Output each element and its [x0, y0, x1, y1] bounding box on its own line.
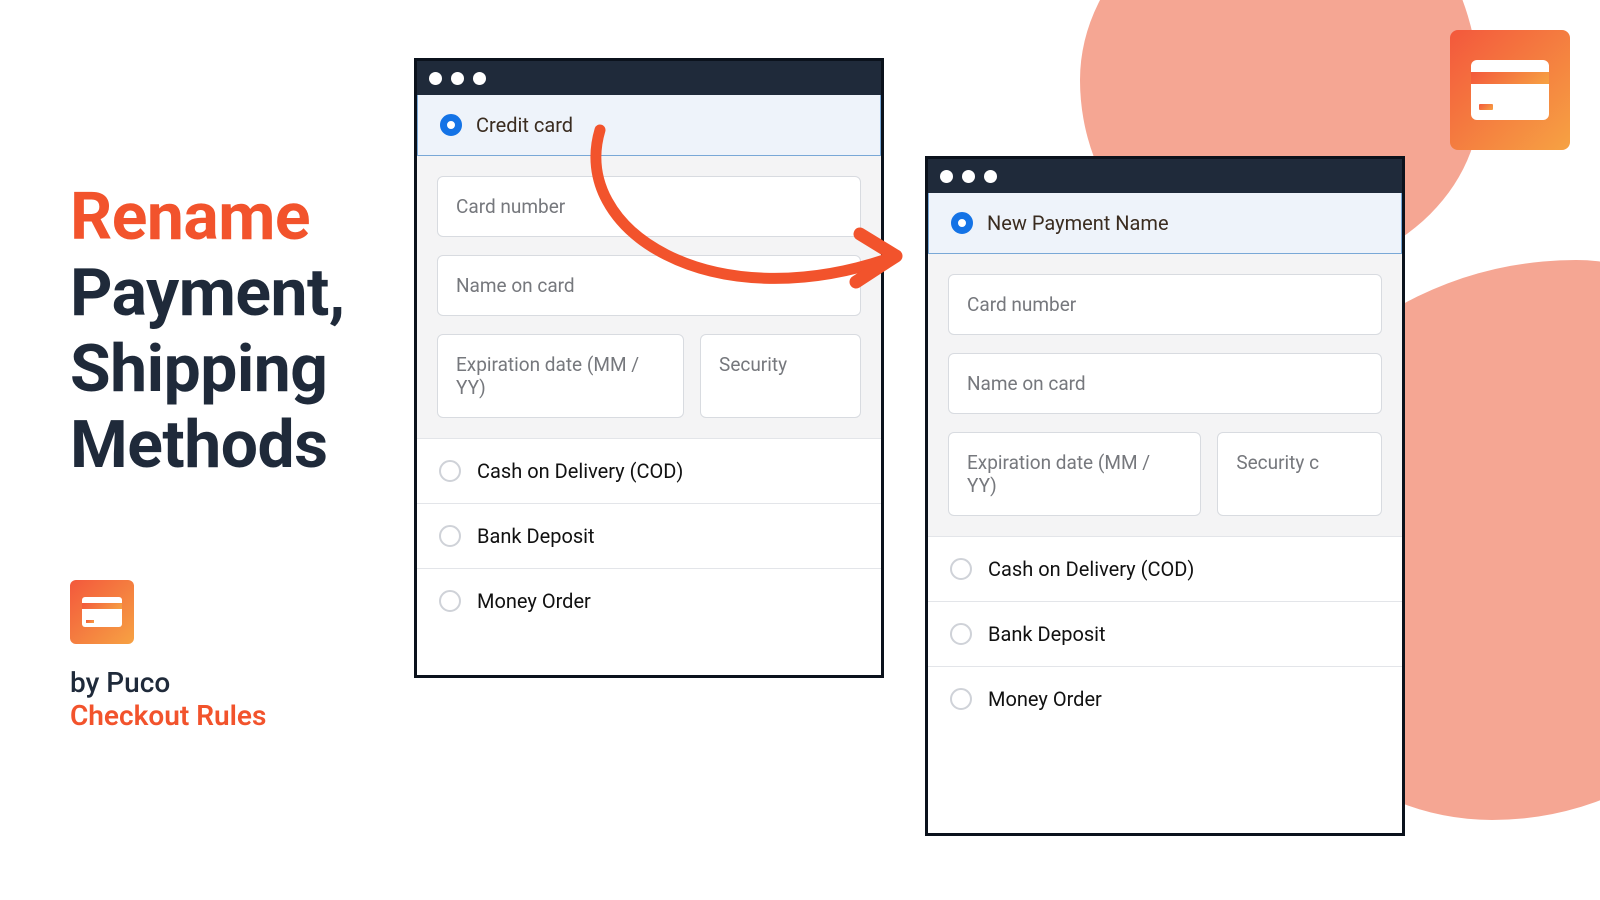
security-field[interactable]: Security c — [1217, 432, 1382, 516]
branding-block: by Puco Checkout Rules — [70, 580, 266, 732]
payment-method-text: New Payment Name — [987, 211, 1169, 235]
headline-line-3: Shipping — [70, 331, 328, 408]
credit-card-icon — [1471, 60, 1549, 120]
radio-unselected-icon — [950, 623, 972, 645]
window-dot — [940, 170, 953, 183]
headline-line-4: Methods — [70, 407, 328, 484]
after-window: New Payment Name Card number Name on car… — [925, 156, 1405, 836]
security-field[interactable]: Security — [700, 334, 861, 418]
selected-payment-method[interactable]: Credit card — [417, 95, 881, 156]
option-label: Cash on Delivery (COD) — [477, 459, 683, 483]
payment-option-money-order[interactable]: Money Order — [928, 666, 1402, 731]
radio-selected-icon — [440, 114, 462, 136]
radio-selected-icon — [951, 212, 973, 234]
app-icon-tile — [1450, 30, 1570, 150]
headline: Rename Payment, Shipping Methods — [70, 180, 345, 484]
card-number-field[interactable]: Card number — [948, 274, 1382, 335]
radio-unselected-icon — [439, 525, 461, 547]
before-window: Credit card Card number Name on card Exp… — [414, 58, 884, 678]
selected-payment-method[interactable]: New Payment Name — [928, 193, 1402, 254]
window-titlebar — [417, 61, 881, 95]
payment-method-label: Credit card — [476, 113, 573, 137]
brand-line-2: Checkout Rules — [70, 699, 266, 732]
option-label: Bank Deposit — [988, 622, 1106, 646]
brand-icon-tile — [70, 580, 134, 644]
headline-line-2: Payment, — [70, 255, 345, 332]
option-label: Money Order — [477, 589, 591, 613]
radio-unselected-icon — [439, 460, 461, 482]
payment-option-bank-deposit[interactable]: Bank Deposit — [417, 503, 881, 568]
headline-accent: Rename — [70, 179, 310, 256]
window-dot — [473, 72, 486, 85]
credit-card-icon — [82, 597, 122, 627]
card-fields-area: Card number Name on card Expiration date… — [417, 156, 881, 438]
payment-method-label: New Payment Name — [987, 211, 1169, 235]
window-dot — [429, 72, 442, 85]
payment-option-bank-deposit[interactable]: Bank Deposit — [928, 601, 1402, 666]
option-label: Bank Deposit — [477, 524, 595, 548]
card-number-field[interactable]: Card number — [437, 176, 861, 237]
window-titlebar — [928, 159, 1402, 193]
name-on-card-field[interactable]: Name on card — [948, 353, 1382, 414]
radio-unselected-icon — [950, 688, 972, 710]
option-label: Money Order — [988, 687, 1102, 711]
window-dot — [451, 72, 464, 85]
card-fields-area: Card number Name on card Expiration date… — [928, 254, 1402, 536]
payment-method-text: Credit card — [476, 113, 573, 137]
option-label: Cash on Delivery (COD) — [988, 557, 1194, 581]
window-dot — [984, 170, 997, 183]
radio-unselected-icon — [950, 558, 972, 580]
expiration-field[interactable]: Expiration date (MM / YY) — [437, 334, 684, 418]
window-dot — [962, 170, 975, 183]
name-on-card-field[interactable]: Name on card — [437, 255, 861, 316]
expiration-field[interactable]: Expiration date (MM / YY) — [948, 432, 1201, 516]
brand-line-1: by Puco — [70, 666, 266, 699]
headline-text: Rename Payment, Shipping Methods — [70, 180, 345, 484]
payment-option-money-order[interactable]: Money Order — [417, 568, 881, 633]
payment-option-cod[interactable]: Cash on Delivery (COD) — [928, 536, 1402, 601]
radio-unselected-icon — [439, 590, 461, 612]
payment-option-cod[interactable]: Cash on Delivery (COD) — [417, 438, 881, 503]
